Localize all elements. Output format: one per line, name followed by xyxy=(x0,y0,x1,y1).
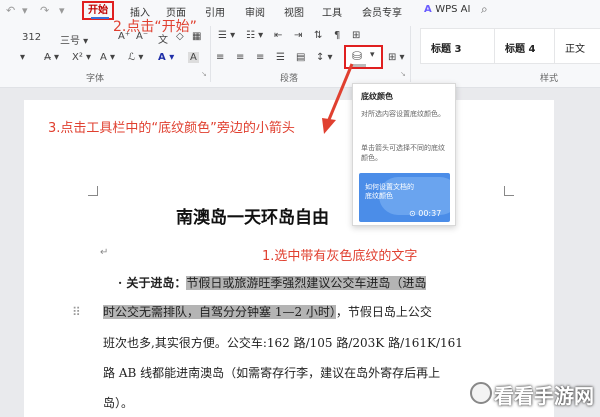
para-settings-icon[interactable]: ⊞ xyxy=(352,30,360,41)
font-dialog-icon[interactable]: ↘ xyxy=(201,70,207,78)
paragraph-mark: ↵ xyxy=(100,247,109,258)
doc-line-3[interactable]: 班次也多,其实很方便。公交车:162 路/105 路/203K 路/161K/1… xyxy=(103,334,463,351)
tab-bar: ↶ ▾ ↷ ▾ 开始 插入 页面 引用 审阅 视图 工具 会员专享 A WPS … xyxy=(0,0,600,22)
video-duration: 00:37 xyxy=(418,209,442,218)
paragraph-dialog-icon[interactable]: ↘ xyxy=(400,70,406,78)
style-heading-3[interactable]: 标题 3 xyxy=(420,28,496,64)
style-body[interactable]: 正文 xyxy=(554,28,600,64)
bullets-icon[interactable]: ☰ ▾ xyxy=(218,30,235,41)
doc-line-5[interactable]: 岛）。 xyxy=(103,394,133,411)
wps-ai-button[interactable]: A WPS AI xyxy=(424,4,470,15)
tutorial-video-thumbnail[interactable]: 如何设置文档的底纹颜色 ⊙ 00:37 xyxy=(359,173,450,222)
tab-tools[interactable]: 工具 xyxy=(322,4,342,19)
strikethrough-icon[interactable]: A̶ ▾ xyxy=(44,52,59,63)
wps-ai-icon: A xyxy=(424,4,436,15)
font-size-dropdown[interactable]: 三号 ▾ xyxy=(60,32,88,47)
plain-text: ，节假日岛上公交 xyxy=(335,305,432,319)
tab-view[interactable]: 视图 xyxy=(284,4,304,19)
dropdown-icon[interactable]: ▾ xyxy=(22,4,28,17)
show-marks-icon[interactable]: ¶ xyxy=(334,30,340,41)
doc-line-4[interactable]: 路 AB 线都能进南澳岛（如需寄存行李，建议在岛外寄存后再上 xyxy=(103,364,440,381)
border-icon[interactable]: ⊞ ▾ xyxy=(388,52,405,63)
search-icon[interactable]: ⌕ xyxy=(481,2,488,17)
drag-handle-icon[interactable]: ⠿ xyxy=(72,305,81,319)
active-tab-indicator xyxy=(91,17,109,19)
step3-annotation: 3.点击工具栏中的“底纹颜色”旁边的小箭头 xyxy=(48,121,295,136)
font-size-alt-value: 三号 xyxy=(60,36,80,47)
play-icon: ⊙ xyxy=(409,209,419,218)
align-center-icon[interactable]: ≡ xyxy=(236,52,244,63)
highlight-icon[interactable]: ℒ ▾ xyxy=(128,52,143,63)
margin-corner xyxy=(504,186,514,196)
font-size-value[interactable]: 312 xyxy=(22,32,41,43)
tab-references[interactable]: 引用 xyxy=(205,4,225,19)
divider xyxy=(210,26,211,82)
numbering-icon[interactable]: ☷ ▾ xyxy=(246,30,263,41)
video-caption: 如何设置文档的底纹颜色 xyxy=(365,183,414,200)
paragraph-group-label: 段落 xyxy=(280,74,299,84)
redo-icon[interactable]: ↷ xyxy=(40,4,49,17)
decrease-indent-icon[interactable]: ⇤ xyxy=(274,30,282,41)
watermark: 看看手游网 xyxy=(470,378,600,417)
justify-icon[interactable]: ☰ xyxy=(276,52,285,63)
arrow-head xyxy=(322,118,336,134)
tooltip-hint: 单击箭头可选择不同的底纹颜色。 xyxy=(361,144,445,162)
margin-corner xyxy=(88,186,98,196)
tab-review[interactable]: 审阅 xyxy=(245,4,265,19)
style-group-label: 样式 xyxy=(540,74,559,84)
font-group-label: 字体 xyxy=(86,74,105,84)
divider xyxy=(410,26,411,82)
step2-annotation: 2.点击“开始” xyxy=(113,19,197,35)
char-shading-icon[interactable]: A xyxy=(188,52,199,63)
highlighted-text[interactable]: 时公交无需排队，自驾分分钟塞 1—2 小时） xyxy=(103,305,336,319)
highlighted-text[interactable]: 节假日或旅游旺季强烈建议公交车进岛（进岛 xyxy=(186,276,427,290)
underline-color-icon[interactable]: ▾ xyxy=(20,52,25,63)
more-icon[interactable]: ▾ xyxy=(59,4,65,17)
video-play-button[interactable]: ⊙ 00:37 xyxy=(409,209,441,218)
tooltip-description: 对所选内容设置底纹颜色。 xyxy=(361,110,445,118)
section-label: · 关于进岛： xyxy=(118,276,187,290)
sort-icon[interactable]: ⇅ xyxy=(314,30,322,41)
align-right-icon[interactable]: ≡ xyxy=(256,52,264,63)
shading-color-tooltip: 底纹颜色 对所选内容设置底纹颜色。 单击箭头可选择不同的底纹颜色。 如何设置文档… xyxy=(352,83,456,226)
doc-line-2[interactable]: 时公交无需排队，自驾分分钟塞 1—2 小时），节假日岛上公交 xyxy=(103,303,432,320)
document-title: 南澳岛一天环岛自由 xyxy=(176,208,329,228)
undo-icon[interactable]: ↶ xyxy=(6,4,15,17)
font-color-icon[interactable]: A ▾ xyxy=(158,52,174,63)
tooltip-title: 底纹颜色 xyxy=(361,92,393,101)
style-heading-4[interactable]: 标题 4 xyxy=(494,28,556,64)
step1-annotation: 1.选中带有灰色底纹的文字 xyxy=(262,249,418,264)
superscript-icon[interactable]: X² ▾ xyxy=(72,52,91,63)
watermark-logo xyxy=(470,382,492,404)
text-effect-icon[interactable]: A ▾ xyxy=(100,52,115,63)
increase-indent-icon[interactable]: ⇥ xyxy=(294,30,302,41)
watermark-text: 看看手游网 xyxy=(494,384,594,408)
tab-member[interactable]: 会员专享 xyxy=(362,4,402,19)
wps-ai-label: WPS AI xyxy=(435,4,471,15)
align-left-icon[interactable]: ≡ xyxy=(216,52,224,63)
arrow-shaft xyxy=(326,63,354,123)
doc-line-1[interactable]: · 关于进岛：节假日或旅游旺季强烈建议公交车进岛（进岛 xyxy=(118,274,427,291)
